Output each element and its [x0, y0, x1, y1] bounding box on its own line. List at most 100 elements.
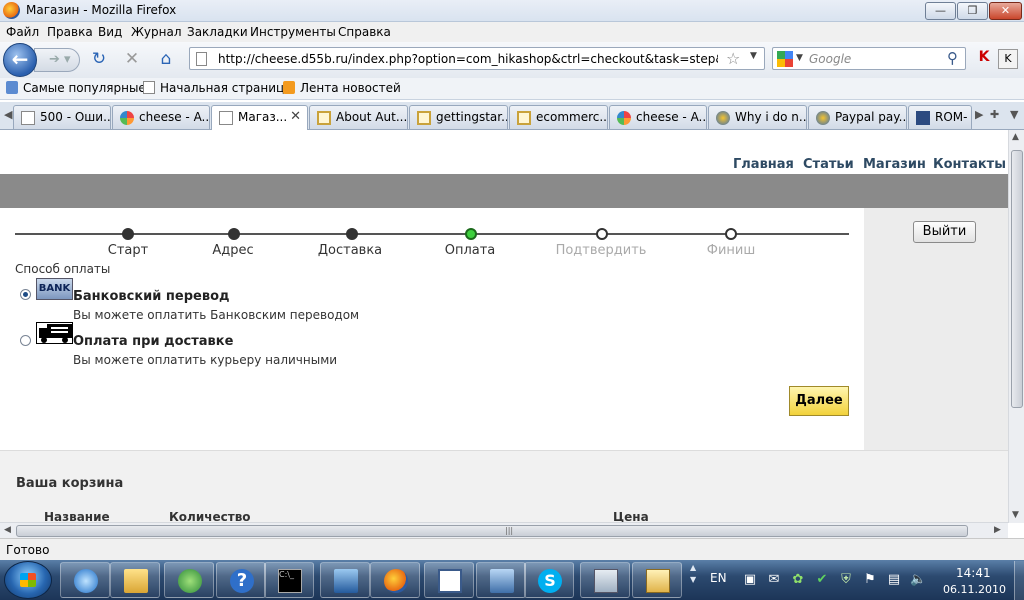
taskbar-firefox[interactable] — [370, 562, 420, 598]
menu-help[interactable]: Справка — [338, 25, 391, 39]
tray-update-icon[interactable]: ✉ — [766, 572, 782, 588]
radio-bank-transfer[interactable] — [20, 289, 31, 300]
horizontal-scroll-thumb[interactable]: ||| — [16, 525, 968, 537]
menu-history[interactable]: Журнал — [131, 25, 182, 39]
tab-ecommerce[interactable]: ecommerc... — [509, 105, 608, 129]
firefox-icon — [3, 2, 20, 19]
bookmark-most-visited[interactable]: Самые популярные — [6, 81, 146, 95]
close-tab-icon[interactable]: ✕ — [290, 109, 301, 124]
url-dropdown-icon[interactable]: ▼ — [750, 51, 757, 61]
taskbar-help[interactable]: ? — [216, 562, 266, 598]
tab-cheese-2[interactable]: cheese - A... — [609, 105, 707, 129]
mail-icon — [646, 569, 670, 593]
address-bar[interactable]: http://cheese.d55b.ru/index.php?option=c… — [189, 47, 765, 70]
menu-tools[interactable]: Инструменты — [250, 25, 336, 39]
close-button[interactable]: ✕ — [989, 2, 1022, 20]
vertical-scroll-thumb[interactable] — [1011, 150, 1023, 408]
payment-cod-name: Оплата при доставке — [73, 334, 234, 349]
tray-shield-icon[interactable]: ⛨ — [838, 572, 854, 588]
tab-500-error[interactable]: 500 - Оши... — [13, 105, 111, 129]
bookmark-news-feed[interactable]: Лента новостей — [283, 81, 401, 95]
menu-view[interactable]: Вид — [98, 25, 122, 39]
tab-paypal[interactable]: Paypal pay... — [808, 105, 907, 129]
reload-icon[interactable]: ↻ — [88, 48, 110, 70]
ie-icon — [74, 569, 98, 593]
tab-scroll-right-icon[interactable]: ▶ — [975, 108, 983, 121]
tray-flag-icon[interactable]: ⚑ — [862, 572, 878, 588]
tab-why-i-do[interactable]: Why i do n... — [708, 105, 807, 129]
taskbar-window[interactable] — [424, 562, 474, 598]
nav-contacts-link[interactable]: Контакты — [933, 157, 1006, 172]
taskbar-cmd[interactable]: C:\_ — [264, 562, 314, 598]
search-engine-dropdown-icon[interactable]: ▼ — [796, 53, 803, 63]
taskbar-explorer[interactable] — [110, 562, 160, 598]
back-button[interactable]: ← — [3, 43, 37, 77]
language-indicator[interactable]: EN — [710, 571, 727, 585]
menu-file[interactable]: Файл — [6, 25, 39, 39]
vertical-scrollbar[interactable]: ▲ ▼ — [1008, 130, 1024, 523]
payment-bank-desc: Вы можете оплатить Банковским переводом — [73, 308, 360, 322]
scroll-down-icon[interactable]: ▼ — [1012, 510, 1019, 520]
home-icon[interactable]: ⌂ — [155, 48, 177, 70]
tray-computer-icon[interactable]: ▣ — [742, 572, 758, 588]
start-button[interactable] — [4, 561, 52, 599]
tray-network-icon[interactable]: ▤ — [886, 572, 902, 588]
horizontal-scrollbar[interactable]: ◀ ||| ▶ — [0, 522, 1008, 538]
minimize-button[interactable]: — — [925, 2, 956, 20]
nav-home-link[interactable]: Главная — [733, 157, 794, 172]
logout-button[interactable]: Выйти — [913, 221, 976, 243]
search-icon[interactable]: ⚲ — [947, 49, 958, 67]
tab-about-aut[interactable]: About Aut... — [309, 105, 408, 129]
help-icon: ? — [230, 569, 254, 593]
tray-volume-icon[interactable]: 🔈 — [910, 572, 926, 588]
tray-utorrent-icon[interactable]: ✿ — [790, 572, 806, 588]
bank-icon: BANK — [36, 278, 73, 300]
scroll-up-icon[interactable]: ▲ — [1012, 132, 1019, 142]
nav-articles-link[interactable]: Статьи — [803, 157, 854, 172]
stop-icon[interactable]: ✕ — [121, 48, 143, 70]
terminal-icon: C:\_ — [278, 569, 302, 593]
antivirus-k-icon[interactable]: K — [998, 49, 1018, 69]
nav-shop-link[interactable]: Магазин — [863, 157, 926, 172]
taskbar-contacts[interactable] — [164, 562, 214, 598]
taskbar-ie[interactable] — [60, 562, 110, 598]
taskbar-network[interactable] — [476, 562, 526, 598]
cart-section — [0, 451, 1008, 523]
tab-list-icon[interactable]: ▼ — [1010, 108, 1018, 121]
tab-rom[interactable]: ROM- — [908, 105, 972, 129]
cart-title: Ваша корзина — [16, 476, 124, 491]
tab-gettingstarted[interactable]: gettingstar... — [409, 105, 508, 129]
forward-button[interactable]: ➔ ▾ — [34, 48, 80, 72]
new-tab-icon[interactable]: ✚ — [990, 108, 999, 121]
clock-date[interactable]: 06.11.2010 — [943, 583, 1006, 596]
menu-bar: Файл Правка Вид Журнал Закладки Инструме… — [0, 22, 1024, 42]
scroll-right-icon[interactable]: ▶ — [994, 525, 1001, 535]
step-label-shipping: Доставка — [317, 243, 383, 258]
taskbar-calculator[interactable] — [580, 562, 630, 598]
show-desktop-button[interactable] — [1014, 561, 1024, 600]
tab-shop-active[interactable]: Магаз... ✕ — [211, 105, 308, 130]
menu-edit[interactable]: Правка — [47, 25, 93, 39]
next-button[interactable]: Далее — [789, 386, 849, 416]
search-placeholder[interactable]: Google — [809, 52, 851, 66]
bookmark-star-icon[interactable]: ☆ — [726, 49, 740, 68]
taskbar-skype[interactable]: S — [524, 562, 574, 598]
search-bar[interactable]: ▼ Google ⚲ — [772, 47, 966, 70]
url-text[interactable]: http://cheese.d55b.ru/index.php?option=c… — [218, 52, 718, 66]
scroll-left-icon[interactable]: ◀ — [4, 525, 11, 535]
tab-cheese-1[interactable]: cheese - A... — [112, 105, 210, 129]
tray-scroll-icon[interactable]: ▲ ▼ — [690, 562, 700, 598]
maximize-button[interactable]: ❐ — [957, 2, 988, 20]
bookmark-start-page[interactable]: Начальная страница — [143, 81, 292, 95]
step-dot-finish — [725, 228, 737, 240]
antivirus-icon[interactable]: K — [974, 49, 994, 69]
google-icon[interactable] — [777, 51, 793, 67]
radio-cash-on-delivery[interactable] — [20, 335, 31, 346]
taskbar-mail[interactable] — [632, 562, 682, 598]
menu-bookmarks[interactable]: Закладки — [187, 25, 248, 39]
taskbar-remote-desktop[interactable] — [320, 562, 370, 598]
clock-time[interactable]: 14:41 — [956, 566, 991, 580]
step-label-start: Старт — [107, 243, 149, 258]
tab-scroll-left-icon[interactable]: ◀ — [4, 108, 12, 121]
tray-check-icon[interactable]: ✔ — [814, 572, 830, 588]
